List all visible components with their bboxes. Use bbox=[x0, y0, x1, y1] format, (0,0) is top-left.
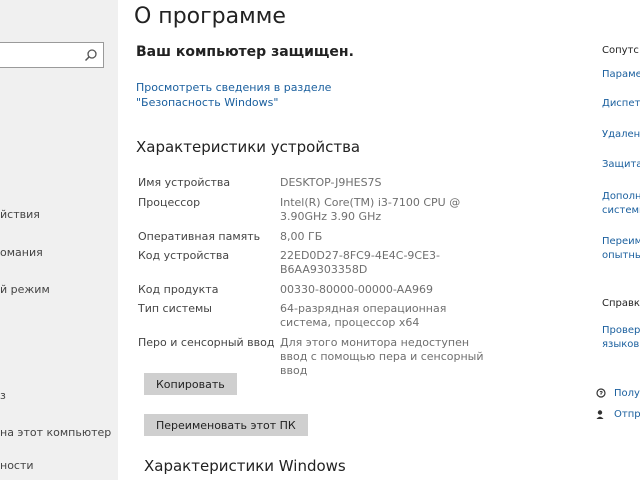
spec-value-processor: Intel(R) Core(TM) i3-7100 CPU @ 3.90GHz … bbox=[280, 196, 461, 223]
related-link-rename-line2[interactable]: опытных bbox=[602, 249, 640, 262]
help-heading: Справка bbox=[602, 298, 640, 309]
get-help-link[interactable]: Полу bbox=[614, 387, 640, 400]
help-link-check-languages-line2[interactable]: языков bbox=[602, 338, 639, 351]
spec-label-system-type: Тип системы bbox=[138, 302, 212, 315]
spec-label-pen-touch: Перо и сенсорный ввод bbox=[138, 336, 275, 349]
protection-status: Ваш компьютер защищен. bbox=[136, 44, 354, 60]
spec-value-device-name: DESKTOP-J9HES7S bbox=[280, 176, 382, 189]
related-link-parameters[interactable]: Парамет bbox=[602, 68, 640, 81]
nav-item-partial[interactable]: з bbox=[0, 389, 6, 402]
related-settings-heading: Сопутс bbox=[602, 45, 639, 56]
related-link-device-manager[interactable]: Диспет bbox=[602, 97, 640, 110]
related-link-protection[interactable]: Защита bbox=[602, 158, 640, 171]
search-icon[interactable] bbox=[84, 48, 98, 62]
spec-value-device-id: 22ED0D27-8FC9-4E4C-9CE3-B6AA9303358D bbox=[280, 249, 441, 276]
related-link-remote[interactable]: Удален bbox=[602, 128, 640, 141]
send-feedback-link[interactable]: Отпр bbox=[614, 408, 640, 421]
nav-item-actions[interactable]: йствия bbox=[0, 208, 40, 221]
page-title: О программе bbox=[134, 4, 286, 29]
feedback-icon bbox=[596, 410, 604, 419]
nav-item-mode[interactable]: й режим bbox=[0, 283, 50, 296]
nav-item-notifications[interactable]: омания bbox=[0, 246, 43, 259]
help-chat-icon bbox=[596, 388, 606, 398]
related-link-rename[interactable]: Переим bbox=[602, 235, 640, 248]
copy-button[interactable]: Копировать bbox=[144, 373, 237, 395]
spec-value-ram: 8,00 ГБ bbox=[280, 230, 323, 243]
device-specs-heading: Характеристики устройства bbox=[136, 138, 361, 156]
spec-label-device-id: Код устройства bbox=[138, 249, 230, 262]
rename-pc-button[interactable]: Переименовать этот ПК bbox=[144, 414, 308, 436]
related-settings-pane: Сопутс Парамет Диспет Удален Защита Допо… bbox=[596, 0, 640, 480]
help-link-check-languages[interactable]: Проверка bbox=[602, 324, 640, 337]
spec-label-ram: Оперативная память bbox=[138, 230, 261, 243]
settings-left-pane: йствия омания й режим з на этот компьюте… bbox=[0, 0, 118, 480]
related-link-advanced[interactable]: Дополн bbox=[602, 190, 640, 203]
settings-search-input[interactable] bbox=[0, 42, 104, 68]
related-link-advanced-line2[interactable]: системы bbox=[602, 204, 640, 217]
spec-value-pen-touch: Для этого монитора недоступен ввод с пом… bbox=[280, 336, 484, 377]
about-main-pane: О программе Ваш компьютер защищен. Просм… bbox=[118, 0, 596, 480]
spec-label-processor: Процессор bbox=[138, 196, 201, 209]
nav-item-capabilities[interactable]: ности bbox=[0, 459, 34, 472]
spec-label-product-id: Код продукта bbox=[138, 283, 219, 296]
spec-label-device-name: Имя устройства bbox=[138, 176, 231, 189]
spec-value-system-type: 64-разрядная операционная система, проце… bbox=[280, 302, 447, 329]
nav-item-project-to-pc[interactable]: на этот компьютер bbox=[0, 426, 111, 439]
windows-specs-heading: Характеристики Windows bbox=[144, 457, 346, 475]
spec-value-product-id: 00330-80000-00000-AA969 bbox=[280, 283, 433, 296]
windows-security-link[interactable]: Просмотреть сведения в разделе "Безопасн… bbox=[136, 80, 396, 110]
